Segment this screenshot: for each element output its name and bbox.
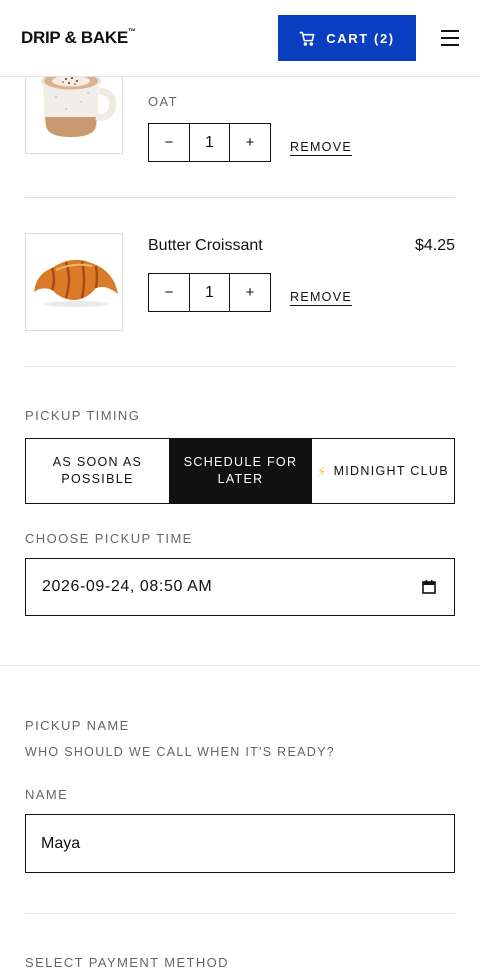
- option-schedule-later[interactable]: SCHEDULE FOR LATER: [169, 439, 312, 503]
- site-header: DRIP & BAKE™ CART (2): [0, 0, 480, 77]
- option-midnight-club[interactable]: ⚡ MIDNIGHT CLUB: [312, 439, 454, 503]
- divider: [25, 197, 455, 198]
- remove-link[interactable]: REMOVE: [290, 290, 352, 306]
- cart-button[interactable]: CART (2): [278, 15, 416, 61]
- quantity-value[interactable]: 1: [189, 124, 230, 161]
- divider: [25, 913, 455, 914]
- calendar-icon[interactable]: [422, 580, 436, 594]
- pickup-name-heading: PICKUP NAME: [25, 718, 130, 733]
- name-field-label: NAME: [25, 787, 69, 802]
- pickup-time-value: 2026-09-24, 08:50 AM: [42, 578, 213, 595]
- decrement-button[interactable]: −: [149, 274, 189, 311]
- quantity-stepper: − 1 +: [148, 273, 271, 312]
- payment-method-heading: SELECT PAYMENT METHOD: [25, 955, 229, 970]
- item-price: $4.25: [414, 237, 455, 254]
- section-divider: [0, 665, 480, 666]
- pickup-name-subheading: WHO SHOULD WE CALL WHEN IT'S READY?: [25, 745, 335, 759]
- name-input-value: Maya: [41, 834, 81, 852]
- brand-logo[interactable]: DRIP & BAKE™: [21, 27, 136, 48]
- increment-button[interactable]: +: [230, 274, 270, 311]
- lightning-icon: ⚡: [317, 463, 328, 479]
- quantity-value[interactable]: 1: [189, 274, 230, 311]
- hamburger-menu-icon[interactable]: [441, 30, 459, 46]
- croissant-image: [25, 233, 123, 331]
- decrement-button[interactable]: −: [149, 124, 189, 161]
- cart-icon: [299, 31, 315, 46]
- option-midnight-club-label: MIDNIGHT CLUB: [333, 463, 449, 478]
- quantity-stepper: − 1 +: [148, 123, 271, 162]
- pickup-timing-selector: AS SOON AS POSSIBLE SCHEDULE FOR LATER ⚡…: [25, 438, 455, 504]
- increment-button[interactable]: +: [230, 124, 270, 161]
- option-asap[interactable]: AS SOON AS POSSIBLE: [26, 439, 169, 503]
- remove-link[interactable]: REMOVE: [290, 140, 352, 156]
- item-option: OAT: [148, 94, 178, 109]
- pickup-time-input[interactable]: 2026-09-24, 08:50 AM: [25, 558, 455, 616]
- pickup-timing-heading: PICKUP TIMING: [25, 408, 141, 423]
- pickup-time-label: CHOOSE PICKUP TIME: [25, 531, 193, 546]
- name-input[interactable]: Maya: [25, 814, 455, 873]
- divider: [25, 366, 455, 367]
- cart-label: CART (2): [326, 30, 395, 46]
- item-name: Butter Croissant: [148, 237, 263, 254]
